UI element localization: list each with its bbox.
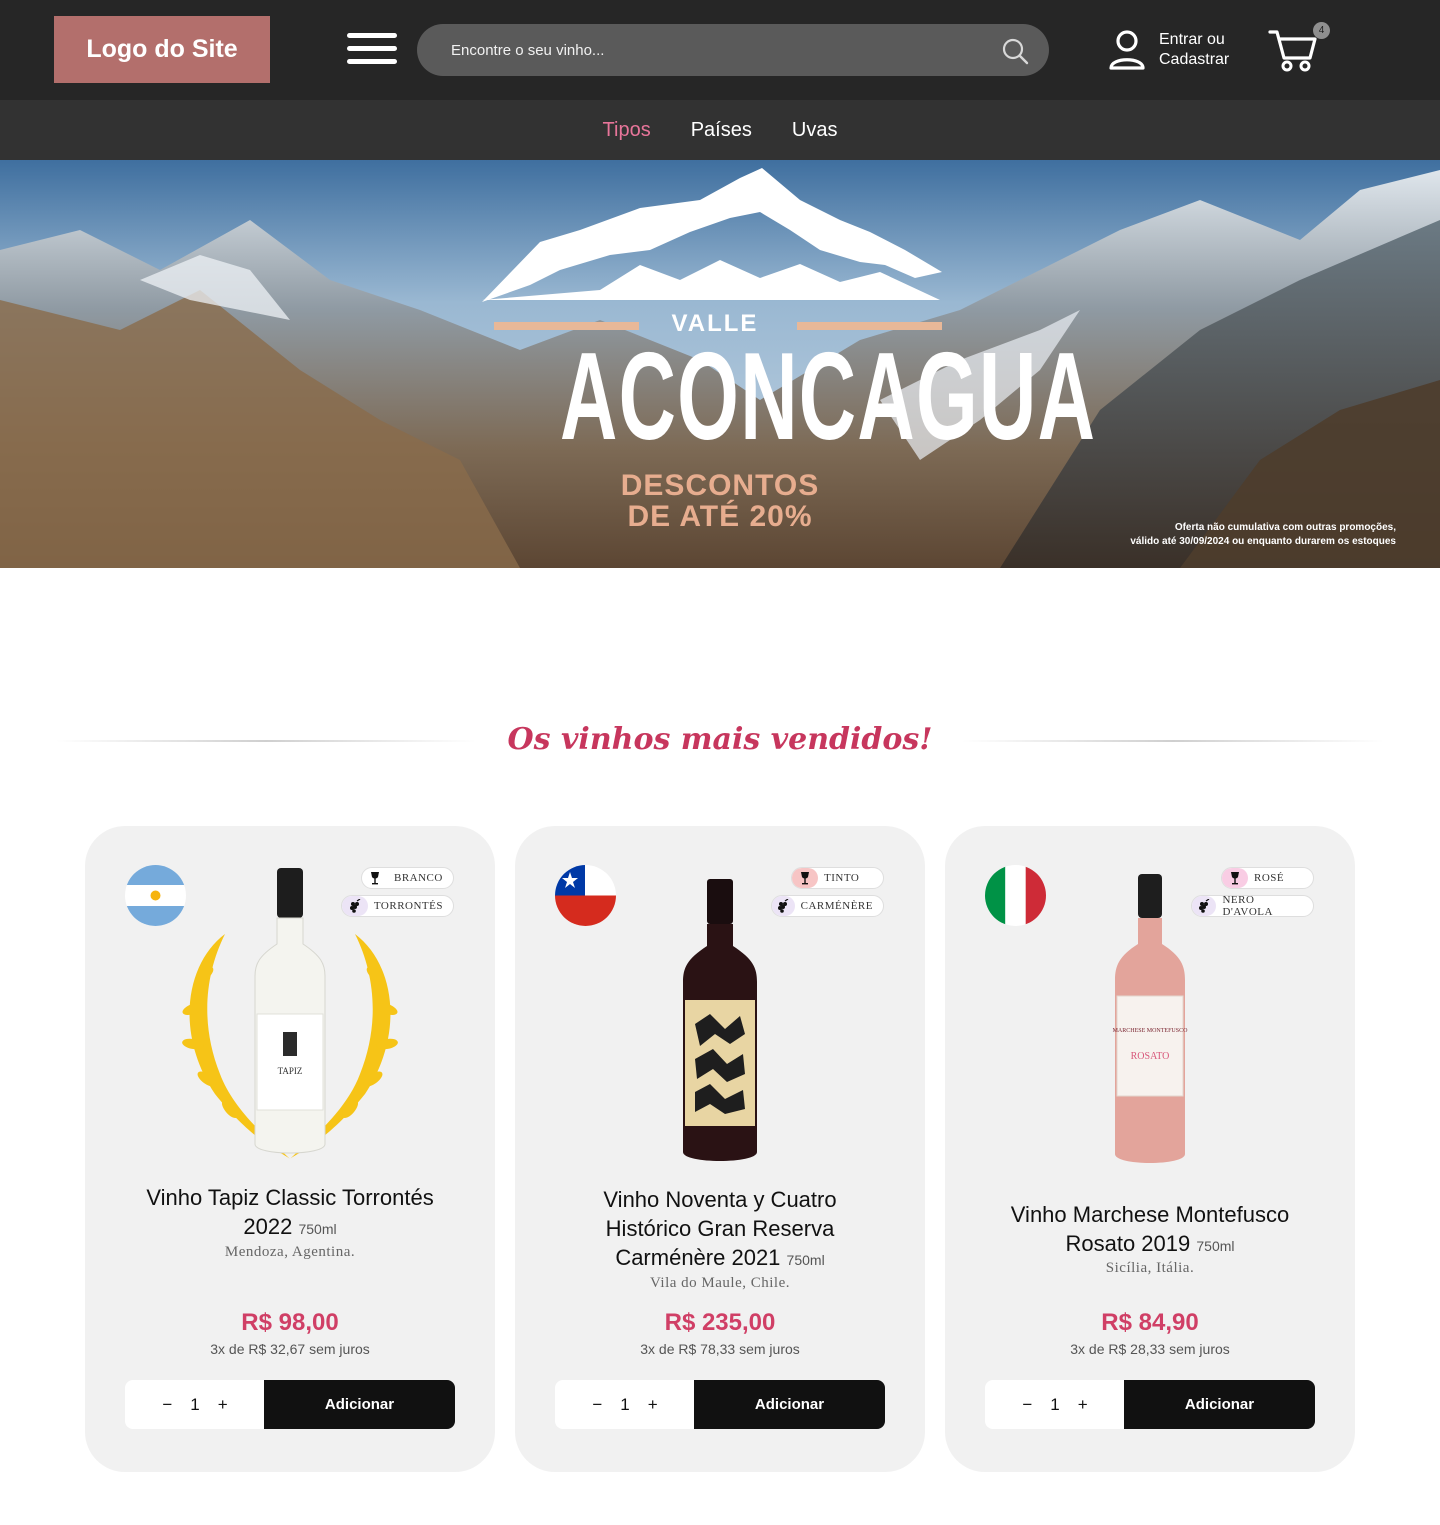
hamburger-menu-icon[interactable] [347,33,397,65]
banner-title: ACONCAGUA [560,328,1097,466]
decrement-button[interactable]: − [1022,1395,1032,1415]
product-name-line-2: Rosato 2019 750ml [975,1229,1325,1261]
quantity-stepper: − 1 + [985,1380,1125,1429]
product-installments: 3x de R$ 32,67 sem juros [210,1341,370,1357]
product-name-line-1: Vinho Tapiz Classic Torrontés [146,1185,434,1210]
wine-bottle-image [683,879,757,1161]
decrement-button[interactable]: − [162,1395,172,1415]
banner-disclaimer-line-1: Oferta não cumulativa com outras promoçõ… [1174,522,1396,533]
nav-item-tipos[interactable]: Tipos [603,119,651,142]
section-divider-left [56,740,476,742]
user-icon [1109,30,1145,70]
product-year: 2022 [243,1214,293,1239]
quantity-value: 1 [620,1394,630,1414]
product-origin: Sicília, Itália. [1105,1260,1195,1276]
search-input[interactable] [417,24,977,76]
banner-disclaimer: Oferta não cumulativa com outras promoçõ… [976,521,1396,549]
bottle-label-text: MARCHESE MONTEFUSCO [1113,1028,1189,1034]
quantity-value: 1 [190,1394,200,1414]
product-card[interactable]: TINTO CARMÉNÈRE Vinho Noventa y Cuatro H… [515,826,925,1472]
product-name[interactable]: Vinho Marchese Montefusco Rosato 2019 75… [975,1200,1325,1261]
product-name-line-1: Vinho Noventa y Cuatro [603,1187,837,1212]
nav-item-uvas[interactable]: Uvas [792,119,838,142]
cart-icon[interactable] [1268,26,1318,74]
increment-button[interactable]: + [648,1395,658,1415]
login-line-1: Entrar ou [1159,31,1225,48]
banner-disclaimer-line-2: válido até 30/09/2024 ou enquanto durare… [1130,536,1396,547]
increment-button[interactable]: + [1078,1395,1088,1415]
bottle-label-sub: ROSATO [1131,1051,1170,1062]
top-header: Logo do Site Entrar ou Cadastrar 4 [0,0,1440,100]
add-to-cart-button[interactable]: Adicionar [1124,1380,1315,1429]
bottle-label-text: TAPIZ [278,1066,303,1076]
banner-discount-line-2: DE ATÉ 20% [627,500,813,533]
product-price: R$ 84,90 [1101,1309,1199,1336]
cart-count-badge: 4 [1313,22,1330,39]
product-origin: Vila do Maule, Chile. [650,1275,790,1291]
login-link[interactable]: Entrar ou Cadastrar [1108,28,1248,72]
wine-bottle-image: MARCHESE MONTEFUSCO ROSATO [1113,874,1189,1163]
product-volume: 750ml [786,1252,825,1268]
banner-discount-line-1: DESCONTOS [620,469,820,502]
section-title: Os vinhos mais vendidos! [507,722,933,757]
product-name-line-2: 2022 750ml [115,1212,465,1244]
product-installments: 3x de R$ 28,33 sem juros [1070,1341,1230,1357]
quantity-stepper: − 1 + [555,1380,695,1429]
product-installments: 3x de R$ 78,33 sem juros [640,1341,800,1357]
promo-banner[interactable]: VALLE ACONCAGUA DESCONTOS DE ATÉ 20% Ofe… [0,160,1440,568]
product-variety: Rosato 2019 [1065,1231,1191,1256]
search-bar [417,24,1049,76]
product-price: R$ 98,00 [241,1309,339,1336]
login-line-2: Cadastrar [1159,51,1230,68]
quantity-stepper: − 1 + [125,1380,265,1429]
product-card[interactable]: BRANCO TORRONTÉS TAPIZ Vinho Tapiz Class… [85,826,495,1472]
decrement-button[interactable]: − [592,1395,602,1415]
nav-item-paises[interactable]: Países [691,119,752,142]
site-logo[interactable]: Logo do Site [54,16,270,83]
product-volume: 750ml [1196,1238,1235,1254]
product-card[interactable]: ROSÉ NERO D'AVOLA MARCHESE MONTEFUSCO RO… [945,826,1355,1472]
wine-bottle-image: TAPIZ [182,868,398,1159]
product-name[interactable]: Vinho Noventa y Cuatro Histórico Gran Re… [545,1185,895,1275]
product-price: R$ 235,00 [664,1309,776,1336]
login-label: Entrar ou Cadastrar [1159,30,1229,70]
product-variety: Carménère 2021 [615,1245,781,1270]
product-name-line-2: Histórico Gran Reserva [605,1216,835,1241]
product-name-line-3: Carménère 2021 750ml [545,1243,895,1275]
quantity-value: 1 [1050,1394,1060,1414]
increment-button[interactable]: + [218,1395,228,1415]
product-origin: Mendoza, Agentina. [224,1244,356,1260]
product-volume: 750ml [298,1221,337,1237]
section-divider-right [962,740,1384,742]
product-name-line-1: Vinho Marchese Montefusco [1010,1202,1290,1227]
add-to-cart-button[interactable]: Adicionar [264,1380,455,1429]
search-icon[interactable] [1001,37,1029,65]
product-name[interactable]: Vinho Tapiz Classic Torrontés 2022 750ml [115,1183,465,1244]
category-nav: Tipos Países Uvas [0,100,1440,160]
add-to-cart-button[interactable]: Adicionar [694,1380,885,1429]
